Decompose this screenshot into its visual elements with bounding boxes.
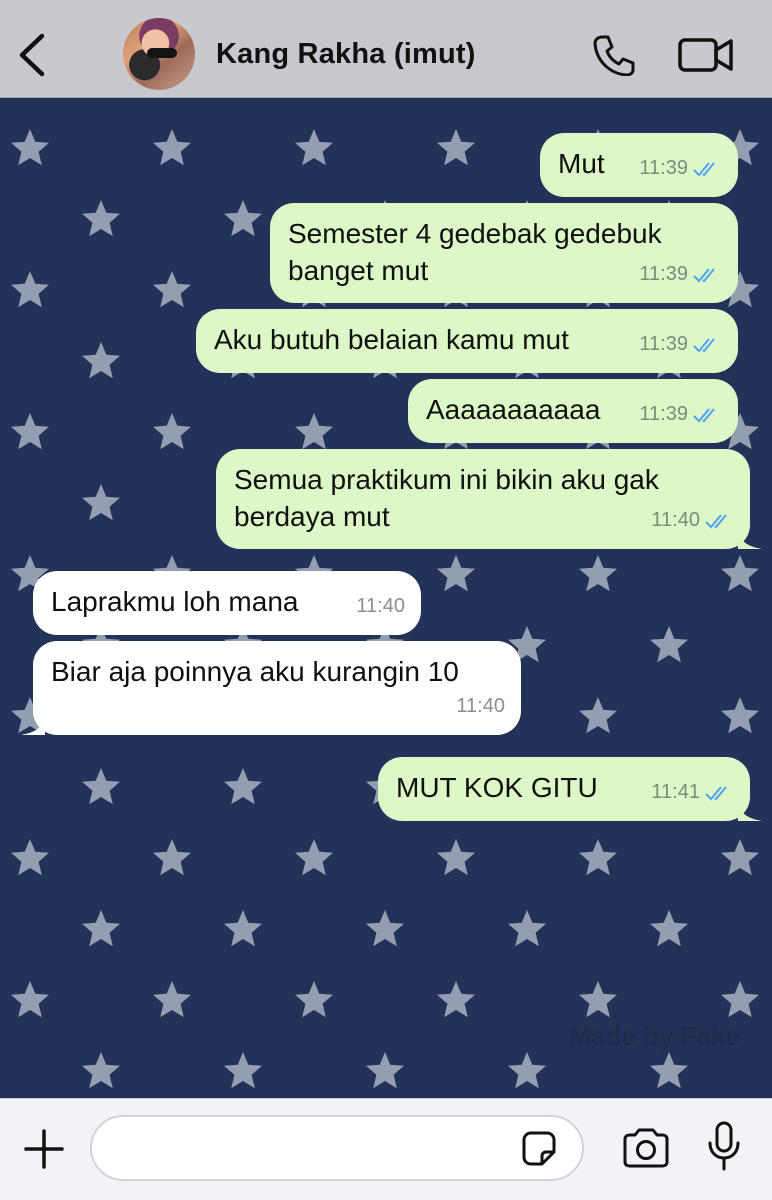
message-meta: 11:40 bbox=[456, 688, 505, 725]
read-receipt-icon bbox=[693, 337, 715, 352]
message-meta: 11:39 bbox=[639, 326, 722, 363]
outgoing-message[interactable]: Aku butuh belaian kamu mut 11:39 bbox=[196, 309, 738, 373]
message-meta: 11:40 bbox=[651, 502, 734, 539]
chat-area[interactable]: Made by Fake Mut 11:39 Semester 4 gedebak … bbox=[0, 99, 772, 1097]
outgoing-message[interactable]: Aaaaaaaaaaa 11:39 bbox=[408, 379, 738, 443]
message-input[interactable] bbox=[90, 1115, 584, 1181]
message-time: 11:39 bbox=[639, 263, 688, 285]
read-receipt-icon bbox=[693, 161, 715, 176]
watermark: Made by Fake bbox=[569, 1021, 740, 1051]
outgoing-message[interactable]: Mut 11:39 bbox=[540, 133, 738, 197]
bubble-tail bbox=[21, 715, 45, 735]
message-meta: 11:39 bbox=[639, 396, 722, 433]
message-meta: 11:40 bbox=[356, 588, 405, 625]
message-time: 11:39 bbox=[639, 333, 688, 355]
message-time: 11:39 bbox=[639, 403, 688, 425]
plus-icon[interactable] bbox=[22, 1127, 66, 1171]
bubble-tail bbox=[738, 801, 762, 821]
message-meta: 11:39 bbox=[639, 256, 722, 293]
message-meta: 11:39 bbox=[639, 150, 722, 187]
incoming-message[interactable]: Laprakmu loh mana 11:40 bbox=[33, 571, 421, 635]
message-meta: 11:41 bbox=[651, 774, 734, 811]
message-time: 11:39 bbox=[639, 157, 688, 179]
read-receipt-icon bbox=[693, 267, 715, 282]
contact-name[interactable]: Kang Rakha (imut) bbox=[216, 38, 476, 71]
sticker-icon[interactable] bbox=[518, 1128, 560, 1170]
read-receipt-icon bbox=[705, 513, 727, 528]
incoming-message[interactable]: Biar aja poinnya aku kurangin 10 11:40 bbox=[21, 641, 521, 735]
phone-icon[interactable] bbox=[592, 34, 636, 76]
message-time: 11:40 bbox=[456, 695, 505, 717]
avatar[interactable] bbox=[123, 18, 195, 90]
mic-icon[interactable] bbox=[706, 1121, 742, 1173]
read-receipt-icon bbox=[705, 785, 727, 800]
bubble-tail bbox=[738, 529, 762, 549]
outgoing-message[interactable]: Semester 4 gedebak gedebuk banget mut 11:… bbox=[270, 203, 738, 303]
video-icon[interactable] bbox=[678, 36, 734, 74]
camera-icon[interactable] bbox=[620, 1127, 672, 1169]
message-text: Biar aja poinnya aku kurangin 10 bbox=[51, 656, 459, 687]
message-time: 11:40 bbox=[356, 595, 405, 617]
message-text: Laprakmu loh mana bbox=[51, 586, 299, 617]
outgoing-message[interactable]: Semua praktikum ini bikin aku gak berday… bbox=[216, 449, 762, 549]
outgoing-message[interactable]: MUT KOK GITU 11:41 bbox=[378, 757, 762, 821]
message-time: 11:40 bbox=[651, 509, 700, 531]
composer-bar bbox=[0, 1098, 772, 1200]
message-time: 11:41 bbox=[651, 781, 700, 803]
chat-header: Kang Rakha (imut) bbox=[0, 0, 772, 98]
back-icon[interactable] bbox=[14, 32, 54, 78]
read-receipt-icon bbox=[693, 407, 715, 422]
